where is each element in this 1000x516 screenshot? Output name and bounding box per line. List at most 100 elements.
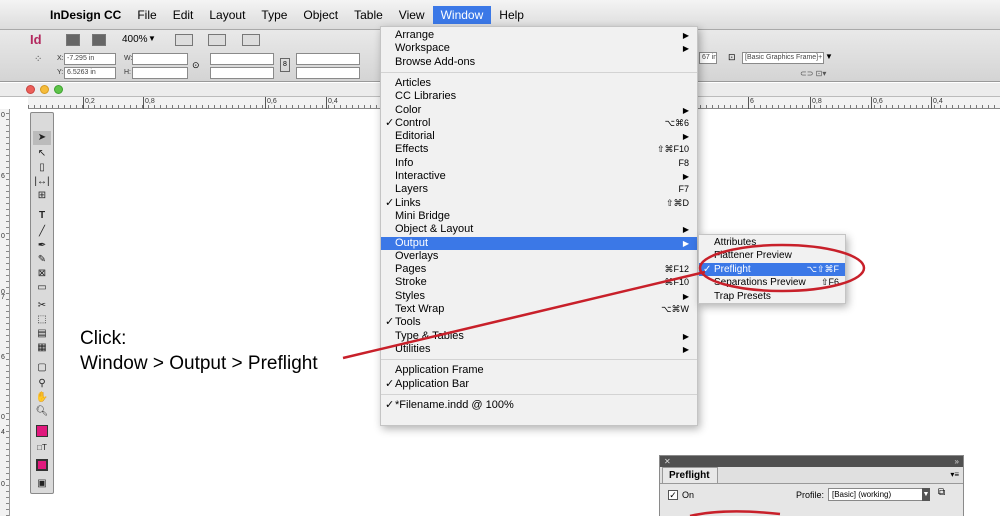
menu-item-color[interactable]: Color ▶ [381, 104, 697, 117]
menu-item-text-wrap[interactable]: Text Wrap ⌥⌘W [381, 303, 697, 316]
submenu-item-flattener-preview[interactable]: Flattener Preview [699, 249, 845, 262]
free-transform-tool-icon[interactable]: ⬚ [33, 313, 51, 327]
preflight-on-checkbox[interactable]: ✓ [668, 490, 678, 500]
x-field[interactable]: -7.295 in [64, 53, 116, 65]
menu-item-browse-add-ons[interactable]: Browse Add-ons [381, 56, 697, 69]
frame-icon[interactable] [66, 34, 80, 46]
menu-file[interactable]: File [129, 6, 164, 24]
menu-item-arrange[interactable]: Arrange ▶ [381, 29, 697, 42]
menu-item-workspace[interactable]: Workspace ▶ [381, 42, 697, 55]
screen-mode-tool-icon[interactable]: ▣ [33, 477, 51, 491]
menu-item-editorial[interactable]: Editorial ▶ [381, 130, 697, 143]
hand-tool-icon[interactable]: ✋ [33, 391, 51, 405]
menu-item-pages[interactable]: Pages ⌘F12 [381, 263, 697, 276]
note-tool-icon[interactable]: ▢ [33, 361, 51, 375]
menu-item-overlays[interactable]: Overlays [381, 250, 697, 263]
menu-object[interactable]: Object [295, 6, 346, 24]
menu-item-filename-indd-100[interactable]: ✓ *Filename.indd @ 100% [381, 399, 697, 412]
menu-app-name[interactable]: InDesign CC [42, 6, 129, 24]
menu-item-application-frame[interactable]: Application Frame [381, 364, 697, 377]
scale-y-field[interactable] [210, 67, 274, 79]
menu-item-effects[interactable]: Effects ⇧⌘F10 [381, 143, 697, 156]
close-panel-icon[interactable]: ✕ [664, 457, 671, 466]
menu-item-mini-bridge[interactable]: Mini Bridge [381, 210, 697, 223]
menu-item-cc-libraries[interactable]: CC Libraries [381, 90, 697, 103]
menu-item-links[interactable]: ✓ Links ⇧⌘D [381, 197, 697, 210]
menu-item-styles[interactable]: Styles ▶ [381, 290, 697, 303]
scissors-tool-icon[interactable]: ✂ [33, 299, 51, 313]
gradient-swatch-tool-icon[interactable]: ▤ [33, 327, 51, 341]
rectangle-frame-tool-icon[interactable]: ⊠ [33, 267, 51, 281]
profile-dropdown-icon[interactable]: ▼ [922, 488, 930, 501]
rotate-field[interactable] [296, 53, 360, 65]
preflight-options-icon[interactable]: ⧉ [938, 487, 945, 498]
scale-lock-icon[interactable]: 8 [280, 58, 290, 72]
apply-color-icon[interactable] [36, 459, 48, 471]
content-collector-icon[interactable]: ⊞ [33, 189, 51, 203]
zoom-window-icon[interactable] [54, 85, 63, 94]
pencil-tool-icon[interactable]: ✎ [33, 253, 51, 267]
h-field[interactable] [132, 67, 188, 79]
menu-item-output[interactable]: Output ▶ [381, 236, 697, 250]
menu-item-interactive[interactable]: Interactive ▶ [381, 170, 697, 183]
rectangle-tool-icon[interactable]: ▭ [33, 281, 51, 295]
menu-window[interactable]: Window [432, 5, 492, 24]
gap-tool-icon[interactable]: |↔| [33, 175, 51, 189]
panel-menu-icon[interactable]: ▾≡ [950, 470, 959, 479]
scale-x-field[interactable] [210, 53, 274, 65]
object-style-dropdown-icon[interactable]: ▼ [825, 52, 833, 61]
constrain-link-icon[interactable]: ⊙ [192, 60, 200, 71]
panel-collapse-icon[interactable]: » [955, 456, 959, 467]
reference-point-icon[interactable]: ⁘ [34, 54, 42, 65]
menu-item-object-layout[interactable]: Object & Layout ▶ [381, 223, 697, 236]
eyedropper-tool-icon[interactable]: ⚲ [33, 377, 51, 391]
zoom-level[interactable]: 400% [122, 32, 148, 48]
line-tool-icon[interactable]: ╱ [33, 225, 51, 239]
grid-icon[interactable] [92, 34, 106, 46]
style-options-icon[interactable]: ⊂⊃ ⊡▾ [800, 69, 826, 78]
object-style-select[interactable]: [Basic Graphics Frame]+ [742, 52, 824, 64]
formatting-affects-icon[interactable]: □T [33, 441, 51, 455]
submenu-item-separations-preview[interactable]: Separations Preview ⇧F6 [699, 276, 845, 289]
profile-select[interactable]: [Basic] (working) [828, 488, 928, 501]
menu-item-tools[interactable]: ✓ Tools [381, 316, 697, 329]
fill-swatch-icon[interactable] [36, 425, 48, 437]
menu-item-type-tables[interactable]: Type & Tables ▶ [381, 330, 697, 343]
menu-edit[interactable]: Edit [165, 6, 202, 24]
screen-mode-icon[interactable] [208, 34, 226, 46]
minimize-window-icon[interactable] [40, 85, 49, 94]
view-options-icon[interactable] [175, 34, 193, 46]
page-tool-icon[interactable]: ▯ [33, 161, 51, 175]
submenu-item-trap-presets[interactable]: Trap Presets [699, 290, 845, 303]
gradient-feather-tool-icon[interactable]: ▦ [33, 341, 51, 355]
type-tool-icon[interactable]: T [33, 209, 51, 223]
direct-selection-tool-icon[interactable]: ↖ [33, 147, 51, 161]
ruler-label: 0,6 [871, 97, 883, 109]
menu-item-info[interactable]: Info F8 [381, 157, 697, 170]
menu-help[interactable]: Help [491, 6, 532, 24]
stroke-weight-field[interactable]: 67 in [699, 52, 717, 64]
zoom-dropdown-icon[interactable]: ▼ [148, 34, 156, 43]
menu-item-application-bar[interactable]: ✓ Application Bar [381, 378, 697, 391]
submenu-item-attributes[interactable]: Attributes [699, 236, 845, 249]
menu-item-layers[interactable]: Layers F7 [381, 183, 697, 196]
menu-item-articles[interactable]: Articles [381, 77, 697, 90]
menu-item-label: Application Bar [395, 377, 469, 390]
y-field[interactable]: 6.5263 in [64, 67, 116, 79]
menu-type[interactable]: Type [253, 6, 295, 24]
shear-field[interactable] [296, 67, 360, 79]
w-field[interactable] [132, 53, 188, 65]
preflight-tab[interactable]: Preflight [662, 467, 718, 483]
menu-item-control[interactable]: ✓ Control ⌥⌘6 [381, 117, 697, 130]
close-window-icon[interactable] [26, 85, 35, 94]
arrange-docs-icon[interactable] [242, 34, 260, 46]
menu-table[interactable]: Table [346, 6, 391, 24]
menu-view[interactable]: View [391, 6, 433, 24]
submenu-item-preflight[interactable]: ✓ Preflight ⌥⇧⌘F [699, 262, 845, 276]
zoom-tool-icon[interactable]: 🔍︎ [33, 405, 51, 419]
menu-layout[interactable]: Layout [201, 6, 253, 24]
selection-tool-icon[interactable]: ➤ [33, 131, 51, 145]
pen-tool-icon[interactable]: ✒ [33, 239, 51, 253]
menu-item-stroke[interactable]: Stroke ⌘F10 [381, 276, 697, 289]
menu-item-utilities[interactable]: Utilities ▶ [381, 343, 697, 356]
